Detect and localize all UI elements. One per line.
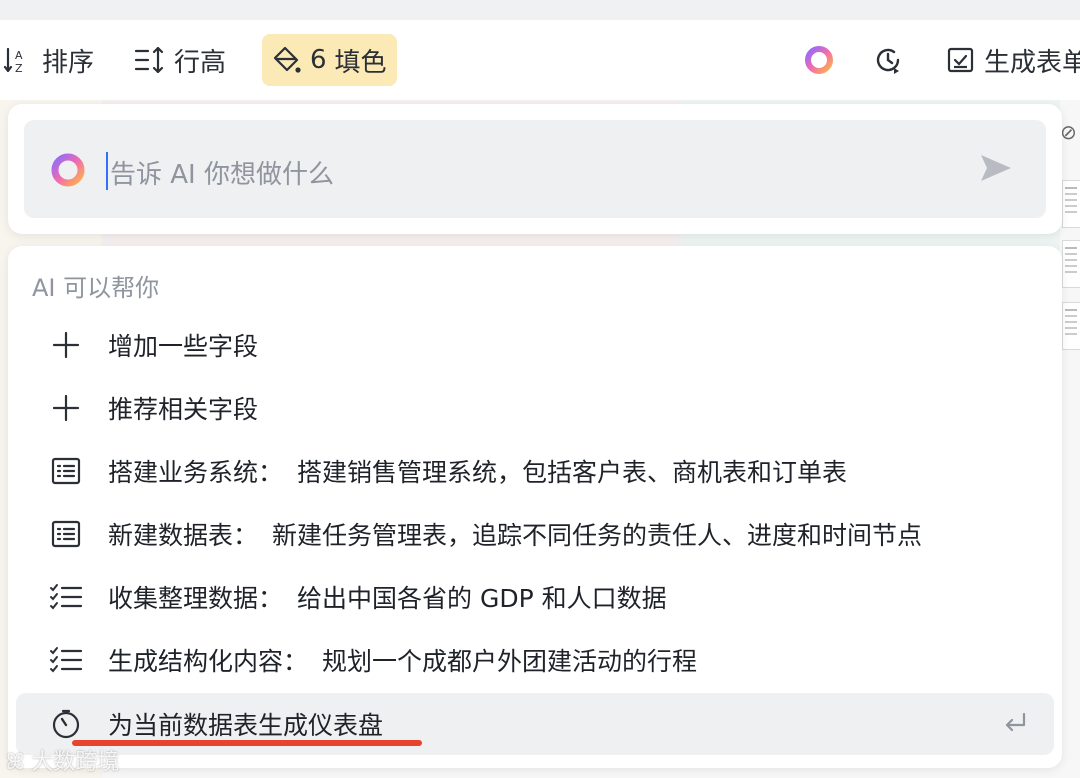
ai-prompt-card: 告诉 AI 你想做什么 bbox=[8, 104, 1062, 234]
plus-icon bbox=[36, 330, 96, 360]
suggestion-recommend-fields[interactable]: 推荐相关字段 bbox=[16, 377, 1054, 439]
sort-button[interactable]: A Z 排序 bbox=[4, 34, 94, 86]
suggestion-title: 为当前数据表生成仪表盘 bbox=[108, 711, 384, 740]
suggestion-title: 生成结构化内容： bbox=[108, 647, 309, 676]
suggestion-detail: 搭建销售管理系统，包括客户表、商机表和订单表 bbox=[297, 458, 848, 487]
row-height-icon bbox=[134, 45, 166, 75]
suggestion-add-fields[interactable]: 增加一些字段 bbox=[16, 314, 1054, 376]
sort-label: 排序 bbox=[42, 47, 95, 78]
attachment-thumbnail bbox=[1062, 302, 1080, 350]
table-icon bbox=[36, 456, 96, 486]
history-clock-icon bbox=[872, 44, 904, 76]
plus-icon bbox=[36, 393, 96, 423]
form-checkbox-icon bbox=[946, 45, 976, 75]
svg-text:Z: Z bbox=[15, 62, 23, 75]
suggestion-title: 新建数据表： bbox=[108, 521, 259, 550]
fill-count: 6 bbox=[310, 45, 327, 75]
table-icon bbox=[36, 519, 96, 549]
suggestion-title: 增加一些字段 bbox=[108, 332, 259, 361]
suggestion-title: 收集整理数据： bbox=[108, 584, 284, 613]
suggestion-detail: 规划一个成都户外团建活动的行程 bbox=[322, 647, 698, 676]
generate-form-button[interactable]: 生成表单 bbox=[946, 34, 1080, 86]
sort-icon: A Z bbox=[4, 45, 34, 75]
panel-heading: AI 可以帮你 bbox=[32, 274, 160, 302]
history-button[interactable] bbox=[872, 34, 904, 86]
ai-logo-icon bbox=[48, 150, 88, 194]
suggestion-build-system[interactable]: 搭建业务系统： 搭建销售管理系统，包括客户表、商机表和订单表 bbox=[16, 440, 1054, 502]
ai-logo-icon bbox=[802, 43, 836, 77]
watermark: ꕤ 大数跨境 bbox=[6, 744, 119, 776]
text-caret bbox=[106, 152, 108, 190]
svg-text:A: A bbox=[15, 49, 23, 62]
view-toolbar: A Z 排序 行高 6 填色 生成表单 bbox=[0, 20, 1080, 100]
fill-label: 填色 bbox=[334, 47, 387, 78]
send-icon[interactable] bbox=[978, 150, 1014, 190]
suggestion-new-table[interactable]: 新建数据表： 新建任务管理表，追踪不同任务的责任人、进度和时间节点 bbox=[16, 503, 1054, 565]
row-height-label: 行高 bbox=[174, 47, 227, 78]
attachment-thumbnail bbox=[1062, 180, 1080, 228]
generate-form-label: 生成表单 bbox=[984, 47, 1080, 78]
red-underline-annotation bbox=[72, 740, 422, 746]
row-height-button[interactable]: 行高 bbox=[134, 34, 226, 86]
attachment-thumbnail bbox=[1062, 240, 1080, 288]
suggestion-detail: 给出中国各省的 GDP 和人口数据 bbox=[297, 584, 667, 613]
watermark-logo-icon: ꕤ bbox=[6, 750, 25, 775]
suggestion-title: 搭建业务系统： bbox=[108, 458, 284, 487]
prompt-placeholder: 告诉 AI 你想做什么 bbox=[110, 160, 334, 190]
enter-key-icon bbox=[1002, 711, 1028, 739]
checklist-icon bbox=[36, 582, 96, 612]
watermark-text: 大数跨境 bbox=[31, 750, 120, 775]
ai-prompt-input[interactable]: 告诉 AI 你想做什么 bbox=[24, 120, 1046, 218]
checklist-icon bbox=[36, 645, 96, 675]
suggestion-title: 推荐相关字段 bbox=[108, 395, 259, 424]
ai-suggestion-panel: AI 可以帮你 增加一些字段 推荐相关字段 搭建业务系统： 搭建销售管理系统，包括… bbox=[8, 246, 1062, 768]
ai-assistant-button[interactable] bbox=[802, 34, 836, 86]
fill-color-button[interactable]: 6 填色 bbox=[262, 34, 397, 86]
suggestion-structured-content[interactable]: 生成结构化内容： 规划一个成都户外团建活动的行程 bbox=[16, 629, 1054, 691]
suggestion-detail: 新建任务管理表，追踪不同任务的责任人、进度和时间节点 bbox=[272, 521, 923, 550]
suggestion-collect-data[interactable]: 收集整理数据： 给出中国各省的 GDP 和人口数据 bbox=[16, 566, 1054, 628]
paint-bucket-icon bbox=[272, 45, 302, 75]
link-icon: ⊘ bbox=[1060, 120, 1077, 144]
dashboard-icon bbox=[36, 708, 96, 740]
